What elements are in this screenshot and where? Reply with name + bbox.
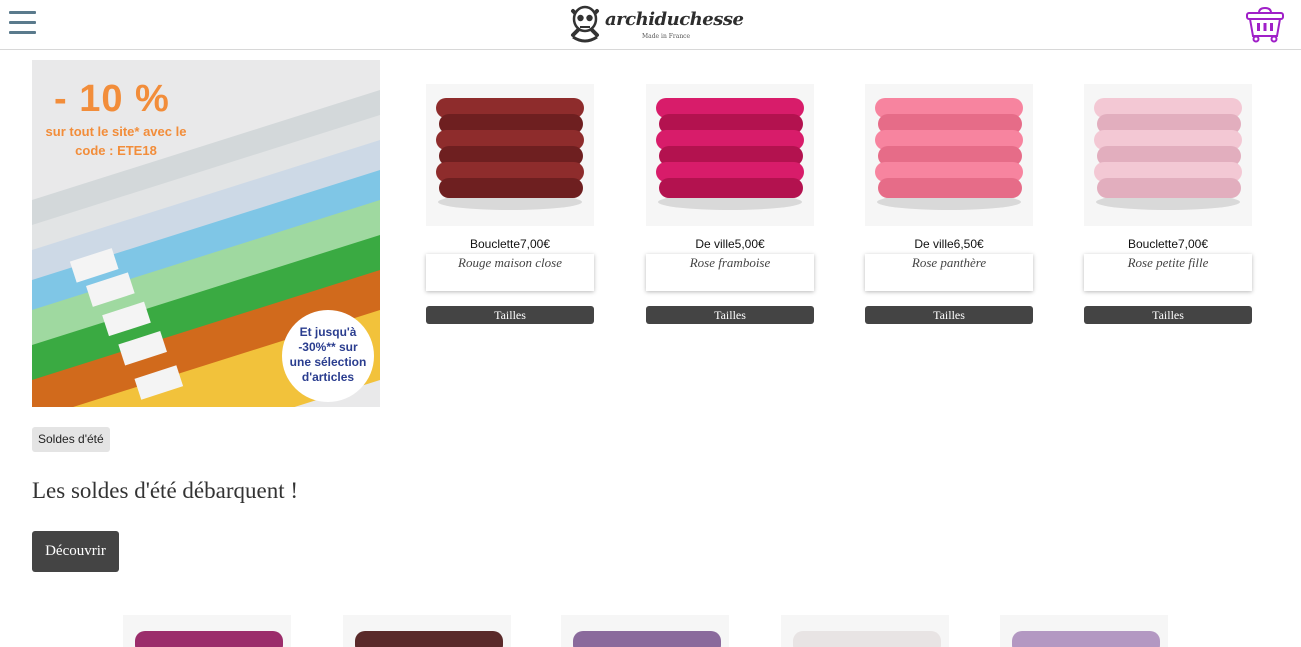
product-image[interactable] <box>426 84 594 226</box>
promo-code-line: code : ETE18 <box>75 143 157 158</box>
sizes-button[interactable]: Tailles <box>646 306 814 324</box>
product-thumbnail[interactable] <box>1000 615 1168 647</box>
product-color-name: Rouge maison close <box>458 255 562 270</box>
sock-layer <box>573 631 721 647</box>
sock-layer <box>793 631 941 647</box>
discover-button[interactable]: Découvrir <box>32 531 119 572</box>
product-title[interactable]: De ville5,00€ <box>646 237 814 251</box>
category-tag[interactable]: Soldes d'été <box>32 427 110 452</box>
product-thumbnail[interactable] <box>123 615 291 647</box>
promo-badge-line: -30%** sur <box>298 340 358 354</box>
sizes-button[interactable]: Tailles <box>426 306 594 324</box>
menu-bar <box>9 11 36 14</box>
hamburger-icon[interactable] <box>9 11 36 34</box>
sock-layer <box>135 631 283 647</box>
sock-layer <box>659 178 803 198</box>
menu-bar <box>9 21 36 24</box>
top-bar: archiduchesse Made in France <box>0 0 1301 50</box>
product-image[interactable] <box>1084 84 1252 226</box>
logo-wordmark: archiduchesse <box>605 9 744 30</box>
sock-layer <box>439 178 583 198</box>
promo-banner[interactable]: - 10 % sur tout le site* avec le code : … <box>32 60 380 407</box>
product-thumbnail[interactable] <box>781 615 949 647</box>
sizes-button[interactable]: Tailles <box>865 306 1033 324</box>
promo-text-line: sur tout le site* avec le <box>45 124 187 139</box>
promo-badge-line: Et jusqu'à <box>299 325 357 339</box>
product-thumbnail[interactable] <box>343 615 511 647</box>
sizes-button[interactable]: Tailles <box>1084 306 1252 324</box>
product-image[interactable] <box>865 84 1033 226</box>
promo-percent: - 10 % <box>54 78 170 120</box>
product-thumbnail[interactable] <box>561 615 729 647</box>
product-title[interactable]: Bouclette7,00€ <box>426 237 594 251</box>
basket-icon[interactable] <box>1245 6 1285 43</box>
promo-headline: Les soldes d'été débarquent ! <box>32 478 298 503</box>
product-image[interactable] <box>646 84 814 226</box>
sock-layer <box>1012 631 1160 647</box>
promo-badge-line: une sélection <box>289 355 367 369</box>
skull-logo-icon <box>571 5 599 43</box>
product-color-name: Rose petite fille <box>1127 255 1209 270</box>
menu-bar <box>9 31 36 34</box>
product-color-name: Rose panthère <box>911 255 987 270</box>
product-title[interactable]: Bouclette7,00€ <box>1084 237 1252 251</box>
product-title[interactable]: De ville6,50€ <box>865 237 1033 251</box>
promo-badge-line: d'articles <box>301 370 355 384</box>
sock-layer <box>878 178 1022 198</box>
sock-layer <box>1097 178 1241 198</box>
logo-tagline: Made in France <box>642 33 691 40</box>
product-color-name: Rose framboise <box>689 255 771 270</box>
sock-layer <box>355 631 503 647</box>
site-logo[interactable]: archiduchesse Made in France <box>567 3 744 45</box>
promo-badge: Et jusqu'à -30%** sur une sélection d'ar… <box>282 310 374 402</box>
